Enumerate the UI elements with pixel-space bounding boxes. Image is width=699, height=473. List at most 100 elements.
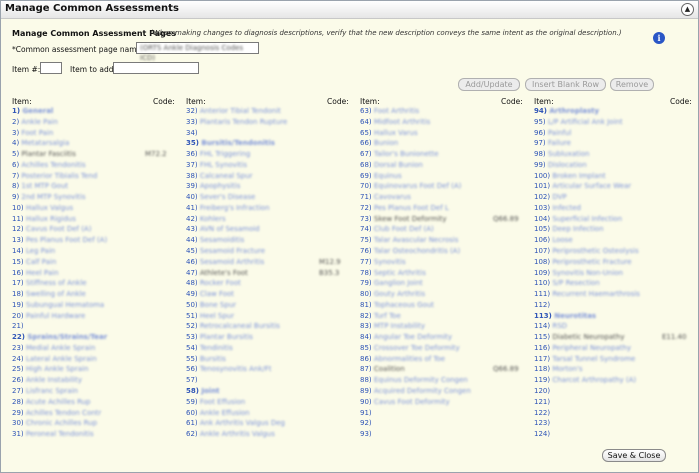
assessment-link[interactable]: Gouty Arthritis bbox=[374, 290, 425, 298]
assessment-row[interactable]: 33) Plantaris Tendon Rupture bbox=[186, 118, 353, 127]
assessment-row[interactable]: 97) Failure bbox=[534, 139, 696, 148]
assessment-link[interactable]: Dorsal Bunion bbox=[374, 161, 423, 169]
assessment-link[interactable]: Acquired Deformity Congen bbox=[374, 387, 471, 395]
assessment-row[interactable]: 95) L/P Artificial Ank Joint bbox=[534, 118, 696, 127]
assessment-link[interactable]: Foot Arthritis bbox=[374, 107, 419, 115]
assessment-row[interactable]: 111) Recurrent Haemarthrosis bbox=[534, 290, 696, 299]
assessment-link[interactable]: Abnormalities of Toe bbox=[374, 355, 445, 363]
assessment-link[interactable]: Broken Implant bbox=[552, 172, 605, 180]
assessment-link[interactable]: Deep Infection bbox=[552, 225, 603, 233]
assessment-link[interactable]: Infected bbox=[552, 204, 581, 212]
assessment-row[interactable]: 112) bbox=[534, 301, 696, 310]
assessment-row[interactable]: 47) Athlete's Foot B35.3 bbox=[186, 269, 353, 278]
assessment-row[interactable]: 121) bbox=[534, 398, 696, 407]
assessment-row[interactable]: 81) Tophaceous Gout bbox=[360, 301, 527, 310]
assessment-row[interactable]: 27) Lisfranc Sprain bbox=[12, 387, 179, 396]
assessment-link[interactable]: Synovitis bbox=[374, 258, 406, 266]
assessment-row[interactable]: 61) Ank Arthritis Valgus Deg bbox=[186, 419, 353, 428]
assessment-link[interactable]: DVP bbox=[552, 193, 566, 201]
assessment-link[interactable]: Anterior Tibial Tendonit bbox=[200, 107, 281, 115]
assessment-link[interactable]: AVN of Sesamoid bbox=[200, 225, 260, 233]
assessment-link[interactable]: Foot Pain bbox=[21, 129, 53, 137]
assessment-link[interactable]: Club Foot Def (A) bbox=[374, 225, 434, 233]
page-name-input[interactable]: (ORTS Ankle Diagnosis Codes ICD) bbox=[136, 42, 259, 62]
assessment-row[interactable]: 11) Hallux Rigidus bbox=[12, 215, 179, 224]
assessment-row[interactable]: 36) FHL Triggering bbox=[186, 150, 353, 159]
assessment-link[interactable]: Rocker Foot bbox=[200, 279, 241, 287]
assessment-row[interactable]: 31) Peroneal Tendonitis bbox=[12, 430, 179, 439]
assessment-row[interactable]: 76) Talar Osteochondritis (A) bbox=[360, 247, 527, 256]
assessment-row[interactable]: 12) Cavus Foot Def (A) bbox=[12, 225, 179, 234]
assessment-link[interactable]: Periprosthetic Osteolysis bbox=[552, 247, 638, 255]
item-to-add-input[interactable] bbox=[113, 62, 199, 74]
assessment-row[interactable]: 50) Bone Spur bbox=[186, 301, 353, 310]
assessment-row[interactable]: 64) Midfoot Arthritis bbox=[360, 118, 527, 127]
assessment-row[interactable]: 69) Equinus bbox=[360, 172, 527, 181]
assessment-row[interactable]: 102) DVP bbox=[534, 193, 696, 202]
assessment-row[interactable]: 82) Turf Toe bbox=[360, 312, 527, 321]
assessment-link[interactable]: Ankle Pain bbox=[21, 118, 57, 126]
assessment-row[interactable]: 45) Sesamoid Fracture bbox=[186, 247, 353, 256]
assessment-row[interactable]: 83) MTP Instability bbox=[360, 322, 527, 331]
assessment-row[interactable]: 20) Painful Hardware bbox=[12, 312, 179, 321]
assessment-link[interactable]: Acute Achilles Rup bbox=[26, 398, 91, 406]
assessment-link[interactable]: Apophysitis bbox=[200, 182, 240, 190]
assessment-row[interactable]: 66) Bunion bbox=[360, 139, 527, 148]
assessment-row[interactable]: 53) Plantar Bursitis bbox=[186, 333, 353, 342]
assessment-row[interactable]: 26) Ankle Instability bbox=[12, 376, 179, 385]
assessment-link[interactable]: Cavus Foot Def (A) bbox=[26, 225, 92, 233]
assessment-link[interactable]: 2nd MTP Synovitis bbox=[21, 193, 85, 201]
assessment-row[interactable]: 72) Pes Planus Foot Def L bbox=[360, 204, 527, 213]
assessment-row[interactable]: 79) Ganglion Joint bbox=[360, 279, 527, 288]
assessment-link[interactable]: Achilles Tendonitis bbox=[21, 161, 85, 169]
assessment-row[interactable]: 62) Ankle Arthritis Valgus bbox=[186, 430, 353, 439]
assessment-row[interactable]: 10) Hallux Valgus bbox=[12, 204, 179, 213]
assessment-row[interactable]: 46) Sesamoid Arthritis M12.9 bbox=[186, 258, 353, 267]
assessment-row[interactable]: 103) Infected bbox=[534, 204, 696, 213]
assessment-row[interactable]: 80) Gouty Arthritis bbox=[360, 290, 527, 299]
assessment-row[interactable]: 17) Stiffness of Ankle bbox=[12, 279, 179, 288]
assessment-link[interactable]: Heel Spur bbox=[200, 312, 234, 320]
assessment-row[interactable]: 1) General bbox=[12, 107, 179, 116]
assessment-row[interactable]: 73) Skew Foot Deformity Q66.89 bbox=[360, 215, 527, 224]
assessment-row[interactable]: 51) Heel Spur bbox=[186, 312, 353, 321]
assessment-link[interactable]: Crossover Toe Deformity bbox=[374, 344, 460, 352]
assessment-row[interactable]: 29) Achilles Tendon Contr bbox=[12, 409, 179, 418]
assessment-row[interactable]: 124) bbox=[534, 430, 696, 439]
assessment-link[interactable]: Coalition bbox=[374, 365, 405, 373]
assessment-link[interactable]: Sesamoid Arthritis bbox=[200, 258, 264, 266]
assessment-link[interactable]: Hallux Varus bbox=[374, 129, 418, 137]
assessment-row[interactable]: 122) bbox=[534, 409, 696, 418]
assessment-link[interactable]: Calf Pain bbox=[26, 258, 56, 266]
assessment-row[interactable]: 4) Metatarsalgia bbox=[12, 139, 179, 148]
assessment-link[interactable]: High Ankle Sprain bbox=[26, 365, 89, 373]
chevron-up-icon[interactable]: ▲ bbox=[681, 3, 694, 16]
save-close-button[interactable]: Save & Close bbox=[602, 449, 666, 462]
assessment-row[interactable]: 89) Acquired Deformity Congen bbox=[360, 387, 527, 396]
assessment-row[interactable]: 55) Bursitis bbox=[186, 355, 353, 364]
assessment-link[interactable]: Painful bbox=[548, 129, 571, 137]
assessment-link[interactable]: Athlete's Foot bbox=[200, 269, 248, 277]
assessment-link[interactable]: Chronic Achilles Rup bbox=[26, 419, 97, 427]
assessment-row[interactable]: 94) Arthroplasty bbox=[534, 107, 696, 116]
assessment-row[interactable]: 120) bbox=[534, 387, 696, 396]
assessment-row[interactable]: 16) Heel Pain bbox=[12, 269, 179, 278]
assessment-link[interactable]: Swelling of Ankle bbox=[26, 290, 86, 298]
assessment-link[interactable]: Lateral Ankle Sprain bbox=[26, 355, 97, 363]
assessment-row[interactable]: 13) Pes Planus Foot Def (A) bbox=[12, 236, 179, 245]
assessment-link[interactable]: Dislocation bbox=[548, 161, 587, 169]
assessment-link[interactable]: Tailor's Bunionette bbox=[374, 150, 439, 158]
assessment-row[interactable]: 63) Foot Arthritis bbox=[360, 107, 527, 116]
assessment-row[interactable]: 9) 2nd MTP Synovitis bbox=[12, 193, 179, 202]
assessment-link[interactable]: Pes Planus Foot Def L bbox=[374, 204, 449, 212]
assessment-link[interactable]: Calcaneal Spur bbox=[200, 172, 253, 180]
assessment-row[interactable]: 101) Articular Surface Wear bbox=[534, 182, 696, 191]
assessment-link[interactable]: Bone Spur bbox=[200, 301, 236, 309]
assessment-row[interactable]: 68) Dorsal Bunion bbox=[360, 161, 527, 170]
assessment-link[interactable]: Sever's Disease bbox=[200, 193, 255, 201]
assessment-link[interactable]: Loose bbox=[552, 236, 572, 244]
assessment-row[interactable]: 108) Periprosthetic Fracture bbox=[534, 258, 696, 267]
assessment-row[interactable]: 105) Deep Infection bbox=[534, 225, 696, 234]
assessment-link[interactable]: Equinovarus Foot Def (A) bbox=[374, 182, 462, 190]
assessment-link[interactable]: Painful Hardware bbox=[26, 312, 85, 320]
